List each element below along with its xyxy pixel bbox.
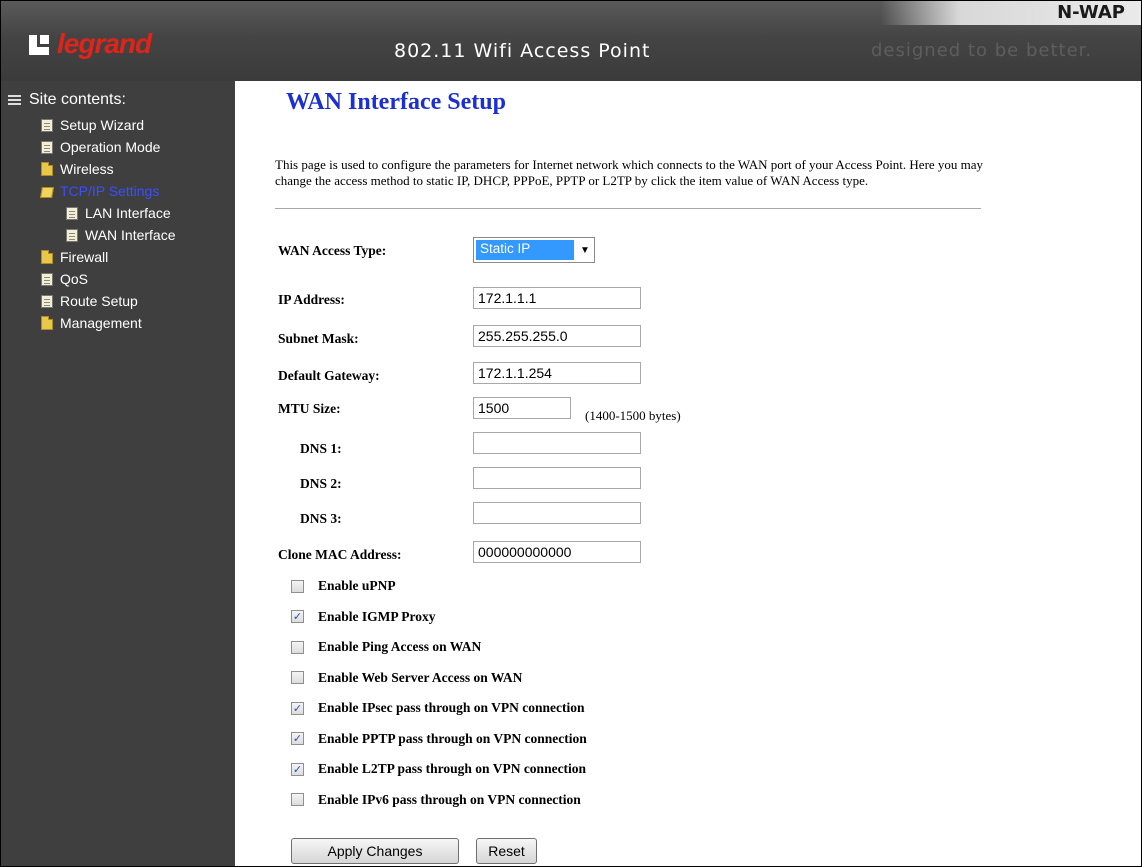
legrand-logo-mark	[29, 33, 51, 55]
checkbox-label: Enable IGMP Proxy	[318, 608, 436, 624]
checkbox-unchecked[interactable]	[291, 640, 304, 654]
checkbox-unchecked[interactable]	[291, 671, 304, 684]
mtu-size-input[interactable]: 1500	[473, 397, 571, 419]
checkbox-row[interactable]: ✓ Enable IPsec pass through on VPN connec…	[291, 700, 585, 716]
sidebar-item-qos[interactable]: QoS	[41, 271, 88, 287]
document-icon	[41, 140, 53, 154]
main-content: WAN Interface Setup This page is used to…	[235, 81, 1141, 866]
checkbox-label: Enable IPsec pass through on VPN connect…	[318, 700, 585, 715]
dns3-input[interactable]	[473, 502, 641, 524]
dns2-input[interactable]	[473, 467, 641, 489]
chevron-down-icon: ▼	[580, 244, 590, 256]
sidebar-item-label: Route Setup	[60, 293, 138, 309]
checkbox-checked[interactable]: ✓	[291, 610, 304, 623]
sidebar-item-route-setup[interactable]: Route Setup	[41, 293, 138, 309]
checkbox-row[interactable]: Enable uPNP	[291, 578, 396, 594]
checkbox-checked[interactable]: ✓	[291, 732, 304, 745]
folder-icon	[41, 161, 53, 176]
checkbox-unchecked[interactable]	[291, 793, 304, 806]
sidebar-item-label: LAN Interface	[85, 205, 171, 221]
model-name: N-WAP	[1057, 2, 1125, 23]
dns2-label: DNS 2:	[300, 476, 342, 491]
ip-address-label: IP Address:	[278, 292, 345, 307]
sidebar-item-label: Wireless	[60, 161, 114, 177]
checkbox-row[interactable]: ✓ Enable PPTP pass through on VPN connect…	[291, 731, 587, 747]
clone-mac-label: Clone MAC Address:	[278, 547, 402, 562]
document-icon	[41, 272, 53, 286]
default-gateway-input[interactable]: 172.1.1.254	[473, 362, 641, 384]
checkmark-icon: ✓	[292, 610, 303, 623]
document-icon	[66, 206, 78, 220]
checkbox-row[interactable]: Enable Web Server Access on WAN	[291, 670, 522, 686]
site-contents-icon	[8, 95, 21, 105]
checkbox-label: Enable IPv6 pass through on VPN connecti…	[318, 791, 581, 807]
browser-frame: legrand 802.11 Wifi Access Point designe…	[0, 0, 1142, 867]
brand-name: legrand	[57, 28, 152, 59]
divider	[275, 208, 981, 209]
sidebar-item-wan-interface[interactable]: WAN Interface	[66, 227, 176, 243]
sidebar-item-label: QoS	[60, 271, 89, 287]
sidebar-item-label: Management	[60, 315, 142, 331]
mtu-size-hint: (1400-1500 bytes)	[585, 408, 681, 423]
sidebar-item-firewall[interactable]: Firewall	[41, 249, 108, 265]
sidebar-item-operation-mode[interactable]: Operation Mode	[41, 139, 160, 155]
tagline: designed to be better.	[871, 40, 1093, 61]
sidebar-item-label: Setup Wizard	[60, 117, 145, 133]
sidebar: Site contents: Setup Wizard Operation Mo…	[1, 81, 235, 866]
checkmark-icon: ✓	[292, 732, 303, 745]
checkbox-label: Enable Ping Access on WAN	[318, 639, 482, 654]
default-gateway-label: Default Gateway:	[278, 368, 380, 383]
checkbox-row[interactable]: ✓ Enable L2TP pass through on VPN connect…	[291, 761, 586, 777]
sidebar-item-management[interactable]: Management	[41, 315, 142, 331]
sidebar-item-label: Operation Mode	[60, 139, 161, 155]
checkbox-label: Enable PPTP pass through on VPN connecti…	[318, 730, 587, 746]
checkmark-icon: ✓	[292, 762, 303, 776]
checkbox-checked[interactable]: ✓	[291, 701, 304, 715]
apply-changes-button[interactable]: Apply Changes	[291, 838, 459, 864]
document-icon	[66, 228, 78, 242]
sidebar-item-label: TCP/IP Settings	[60, 183, 160, 199]
dns3-label: DNS 3:	[300, 511, 342, 526]
checkbox-checked[interactable]: ✓	[291, 762, 304, 776]
legrand-logo: legrand	[29, 28, 152, 59]
checkbox-row[interactable]: Enable IPv6 pass through on VPN connecti…	[291, 792, 581, 808]
ip-address-input[interactable]: 172.1.1.1	[473, 287, 641, 309]
sidebar-heading: Site contents:	[8, 91, 126, 109]
reset-button[interactable]: Reset	[476, 838, 537, 864]
checkmark-icon: ✓	[292, 701, 303, 715]
folder-open-icon	[40, 186, 54, 198]
checkbox-row[interactable]: Enable Ping Access on WAN	[291, 639, 481, 655]
dns1-input[interactable]	[473, 432, 641, 454]
dns1-label: DNS 1:	[300, 441, 342, 456]
sidebar-item-label: Firewall	[60, 249, 109, 265]
checkbox-label: Enable L2TP pass through on VPN connecti…	[318, 761, 587, 776]
header-banner: legrand 802.11 Wifi Access Point designe…	[1, 1, 1141, 81]
checkbox-unchecked[interactable]	[291, 579, 304, 593]
document-icon	[41, 294, 53, 308]
sidebar-item-label: WAN Interface	[85, 227, 176, 243]
folder-icon	[41, 249, 53, 264]
model-badge: N-WAP	[881, 1, 1141, 25]
clone-mac-input[interactable]: 000000000000	[473, 541, 641, 563]
subnet-mask-input[interactable]: 255.255.255.0	[473, 325, 641, 347]
checkbox-label: Enable uPNP	[318, 578, 396, 593]
checkbox-row[interactable]: ✓ Enable IGMP Proxy	[291, 609, 436, 625]
wan-access-type-label: WAN Access Type:	[278, 243, 387, 258]
sidebar-item-lan-interface[interactable]: LAN Interface	[66, 205, 171, 221]
document-icon	[41, 118, 53, 132]
folder-icon	[41, 315, 53, 330]
sidebar-item-tcpip-settings[interactable]: TCP/IP Settings	[40, 183, 160, 199]
page-description: This page is used to configure the param…	[275, 157, 984, 188]
mtu-size-label: MTU Size:	[278, 401, 341, 416]
sidebar-item-setup-wizard[interactable]: Setup Wizard	[41, 117, 144, 133]
subnet-mask-label: Subnet Mask:	[278, 331, 359, 346]
wan-access-type-select[interactable]: Static IP ▼	[473, 237, 595, 263]
page-title: WAN Interface Setup	[286, 89, 506, 115]
sidebar-heading-label: Site contents:	[29, 91, 126, 108]
sidebar-item-wireless[interactable]: Wireless	[41, 161, 114, 177]
wan-access-type-value: Static IP	[476, 240, 574, 260]
checkbox-label: Enable Web Server Access on WAN	[318, 669, 523, 685]
product-title: 802.11 Wifi Access Point	[394, 40, 651, 62]
